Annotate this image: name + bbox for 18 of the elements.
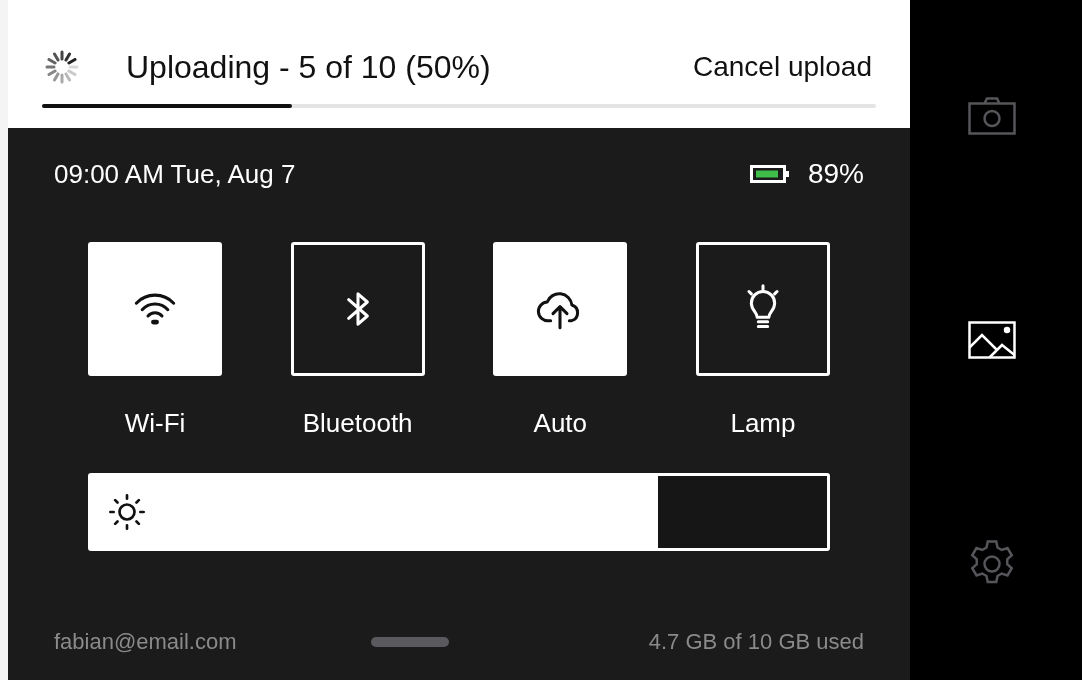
toggle-tile[interactable] (493, 242, 628, 376)
upload-status: Uploading - 5 of 10 (50%) (126, 48, 491, 87)
cancel-upload-button[interactable]: Cancel upload (692, 46, 876, 88)
sun-icon (107, 492, 147, 532)
toggle-tile[interactable] (290, 242, 425, 376)
account-email: fabian@email.com (54, 628, 237, 656)
drag-handle[interactable] (370, 636, 449, 647)
brightness-slider[interactable] (88, 473, 830, 551)
battery-icon (749, 163, 790, 185)
toggle-label: Wi-Fi (124, 407, 186, 440)
date-time: 09:00 AM Tue, Aug 7 (54, 157, 296, 191)
toggle-label: Auto (533, 407, 588, 440)
toggle-tile[interactable] (88, 242, 222, 376)
toggle-tile[interactable] (695, 242, 830, 376)
toggle-label: Lamp (730, 407, 796, 440)
toggle-label: Bluetooth (302, 407, 413, 440)
storage-usage: 4.7 GB of 10 GB used (648, 628, 864, 656)
battery-percent: 89% (807, 157, 864, 191)
